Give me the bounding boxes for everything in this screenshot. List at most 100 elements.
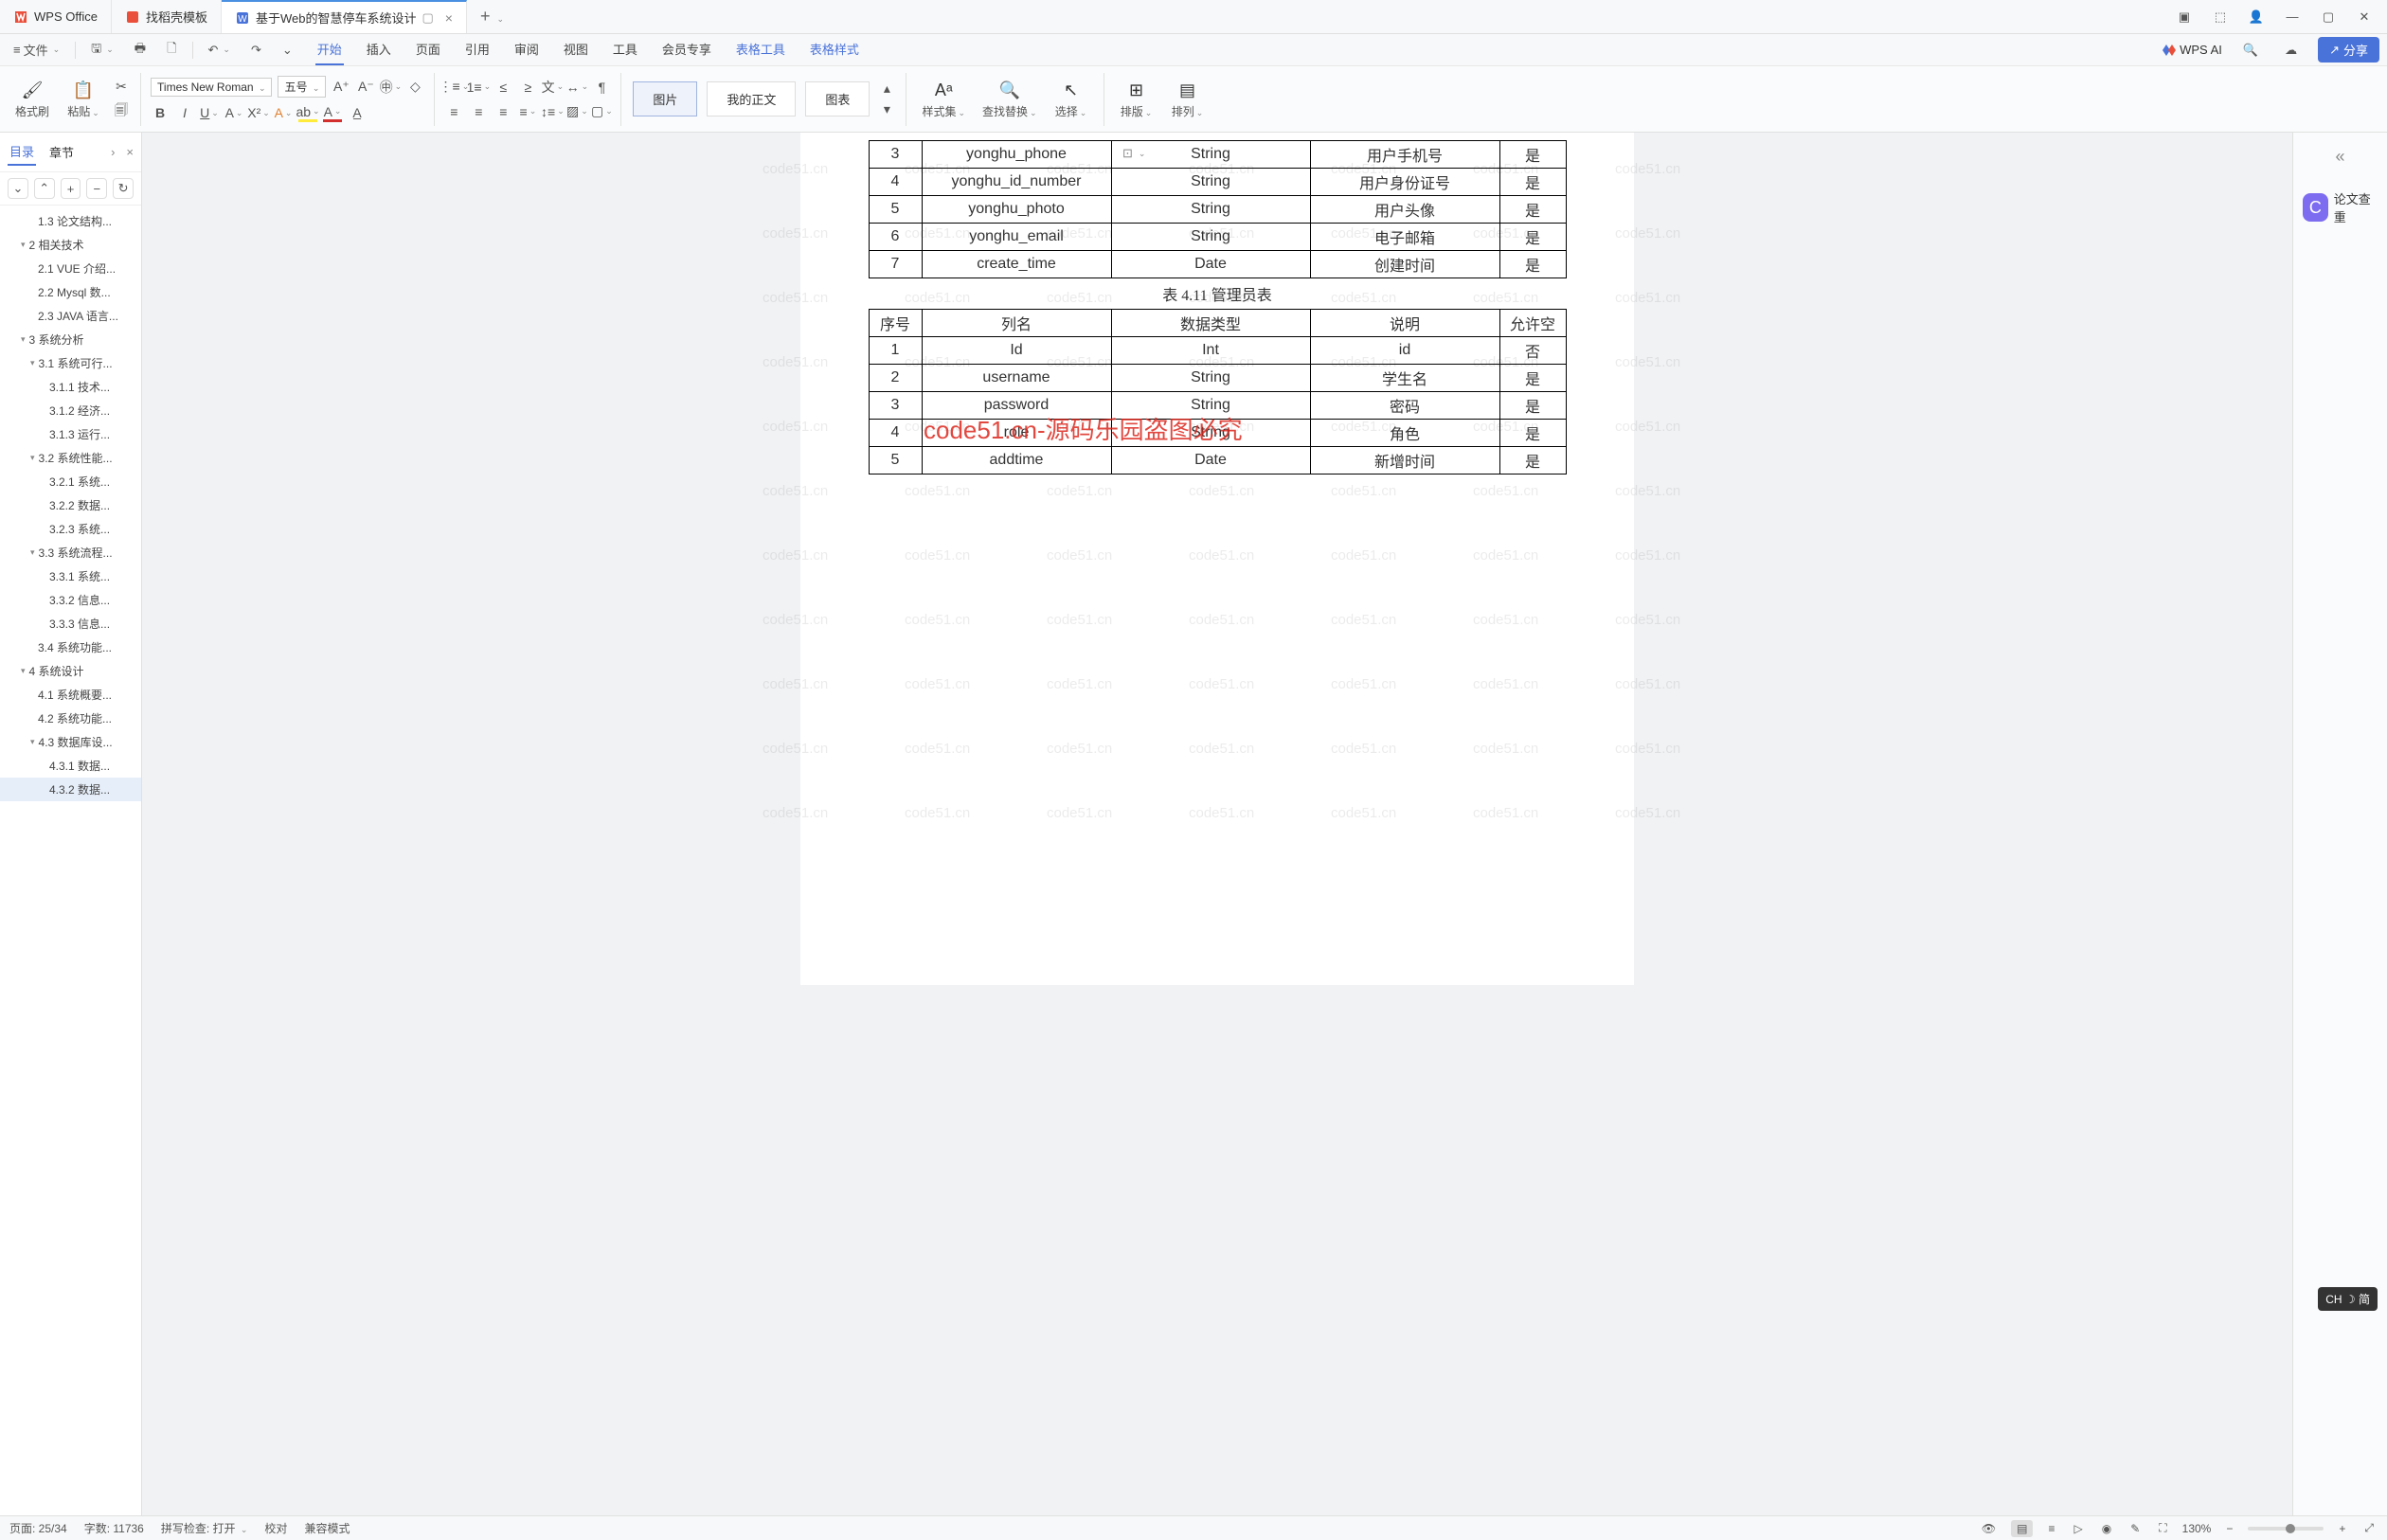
status-spell[interactable]: 拼写检查: 打开 ⌄ (161, 1520, 248, 1536)
clear-format-icon[interactable]: ◇ (405, 78, 424, 97)
outline-tab-toc[interactable]: 目录 (8, 138, 36, 166)
tab-start[interactable]: 开始 (315, 34, 344, 65)
paste-button[interactable]: 📋 粘贴⌄ (61, 75, 106, 123)
style-chart[interactable]: 图表 (805, 81, 870, 116)
outline-item[interactable]: 2.3 JAVA 语言... (0, 304, 141, 328)
collapse-sidebar-icon[interactable]: « (2326, 142, 2355, 170)
bold-icon[interactable]: B (151, 103, 170, 122)
outline-item[interactable]: 2.1 VUE 介绍... (0, 257, 141, 280)
outline-item[interactable]: 3.2.3 系统... (0, 517, 141, 541)
strike-icon[interactable]: A⌄ (224, 103, 243, 122)
outline-tab-chapter[interactable]: 章节 (47, 139, 76, 165)
close-icon[interactable]: × (445, 10, 453, 26)
numbering-icon[interactable]: 1≡⌄ (469, 78, 488, 97)
select-button[interactable]: ↖ 选择⌄ (1049, 75, 1094, 123)
view-web-icon[interactable]: ≡ (2044, 1520, 2058, 1537)
view-print-icon[interactable]: ▤ (2011, 1520, 2033, 1537)
outline-item[interactable]: 3.1.3 运行... (0, 422, 141, 446)
outline-item[interactable]: 3.3.1 系统... (0, 564, 141, 588)
sort-para-icon[interactable]: ¶ (592, 78, 611, 97)
format-brush-button[interactable]: 🖌 格式刷 (9, 75, 55, 123)
style-down-icon[interactable]: ▾ (877, 100, 896, 119)
grow-font-icon[interactable]: A⁺ (332, 78, 350, 97)
outline-item[interactable]: 3.1.2 经济... (0, 399, 141, 422)
outline-item[interactable]: ▾2 相关技术 (0, 233, 141, 257)
status-compat[interactable]: 兼容模式 (304, 1520, 350, 1536)
tab-table-tools[interactable]: 表格工具 (734, 34, 787, 65)
status-page[interactable]: 页面: 25/34 (9, 1520, 67, 1536)
arrange-button[interactable]: ▤ 排列⌄ (1165, 75, 1211, 123)
superscript-icon[interactable]: X²⌄ (249, 103, 268, 122)
paper-check-button[interactable]: C 论文查重 (2293, 184, 2387, 231)
font-select[interactable]: Times New Roman ⌄ (151, 78, 272, 97)
share-button[interactable]: ↗ 分享 (2318, 37, 2379, 63)
tab-tools[interactable]: 工具 (611, 34, 639, 65)
tab-popout-icon[interactable]: ▢ (422, 10, 433, 26)
outline-item[interactable]: 3.2.2 数据... (0, 493, 141, 517)
bullets-icon[interactable]: ⋮≡⌄ (444, 78, 463, 97)
highlight-icon[interactable]: ab⌄ (298, 103, 317, 122)
play-icon[interactable]: ▷ (2070, 1520, 2086, 1537)
close-window-icon[interactable]: ✕ (2355, 8, 2374, 27)
tab-member[interactable]: 会员专享 (660, 34, 713, 65)
apps-icon[interactable]: ▣ (2175, 8, 2194, 27)
outline-item[interactable]: 2.2 Mysql 数... (0, 280, 141, 304)
outline-item[interactable]: 4.2 系统功能... (0, 707, 141, 730)
maximize-icon[interactable]: ▢ (2319, 8, 2338, 27)
outline-item[interactable]: 4.3.2 数据... (0, 778, 141, 801)
more-quick-icon[interactable]: ⌄ (277, 39, 298, 62)
text-direction-icon[interactable]: 文⌄ (543, 78, 562, 97)
shrink-font-icon[interactable]: A⁻ (356, 78, 375, 97)
italic-icon[interactable]: I (175, 103, 194, 122)
justify-icon[interactable]: ≡⌄ (518, 102, 537, 121)
dec-indent-icon[interactable]: ≤ (494, 78, 512, 97)
print-icon[interactable]: 🖶 (129, 36, 152, 64)
outline-item[interactable]: 3.3.2 信息... (0, 588, 141, 612)
tab-template[interactable]: 找稻壳模板 (112, 0, 222, 33)
app-tab[interactable]: WPS Office (0, 0, 112, 33)
menu-button[interactable]: ≡ 文件 ⌄ (8, 37, 65, 63)
align-left-icon[interactable]: ≡ (444, 102, 463, 121)
outline-item[interactable]: ▾4 系统设计 (0, 659, 141, 683)
outline-item[interactable]: 3.3.3 信息... (0, 612, 141, 636)
fit-icon[interactable]: ⛶ (2155, 1519, 2170, 1537)
style-up-icon[interactable]: ▴ (877, 80, 896, 98)
outline-item[interactable]: 3.2.1 系统... (0, 470, 141, 493)
page-control-icon[interactable]: ⊡ ⌄ (1122, 146, 1145, 161)
outline-item[interactable]: 3.4 系统功能... (0, 636, 141, 659)
outline-item[interactable]: ▾3 系统分析 (0, 328, 141, 351)
outline-item[interactable]: ▾3.3 系统流程... (0, 541, 141, 564)
status-proof[interactable]: 校对 (264, 1520, 287, 1536)
underline-icon[interactable]: U⌄ (200, 103, 219, 122)
zoom-slider[interactable] (2248, 1527, 2324, 1531)
text-effects-icon[interactable]: A⌄ (274, 103, 293, 122)
avatar-icon[interactable]: 👤 (2247, 8, 2266, 27)
tab-reference[interactable]: 引用 (463, 34, 492, 65)
layout-button[interactable]: ⊞ 排版⌄ (1114, 75, 1159, 123)
style-body[interactable]: 我的正文 (707, 81, 796, 116)
borders-icon[interactable]: ▢⌄ (592, 102, 611, 121)
tab-review[interactable]: 审阅 (512, 34, 541, 65)
cube-icon[interactable]: ⬚ (2211, 8, 2230, 27)
status-words[interactable]: 字数: 11736 (84, 1520, 144, 1536)
style-picture[interactable]: 图片 (633, 81, 697, 116)
char-scale-icon[interactable]: ↔⌄ (567, 78, 586, 97)
zoom-out-icon[interactable]: − (2222, 1520, 2236, 1537)
inc-indent-icon[interactable]: ≥ (518, 78, 537, 97)
cut-icon[interactable]: ✂ (112, 78, 131, 97)
edit-mode-icon[interactable]: ✎ (2127, 1520, 2144, 1537)
search-icon[interactable]: 🔍 (2237, 39, 2264, 62)
phonetic-icon[interactable]: ㊥⌄ (381, 78, 400, 97)
view-read-icon[interactable]: 👁 (1978, 1520, 2000, 1537)
outline-item[interactable]: ▾4.3 数据库设... (0, 730, 141, 754)
tab-page[interactable]: 页面 (414, 34, 442, 65)
char-border-icon[interactable]: A̲ (348, 103, 367, 122)
remove-node-icon[interactable]: − (86, 178, 107, 199)
find-replace-button[interactable]: 🔍 查找替换⌄ (977, 75, 1043, 123)
tab-document[interactable]: W 基于Web的智慧停车系统设计 ▢ × (222, 0, 467, 33)
zoom-in-icon[interactable]: + (2335, 1520, 2349, 1537)
line-spacing-icon[interactable]: ↕≡⌄ (543, 102, 562, 121)
add-tab-button[interactable]: + ⌄ (467, 7, 517, 27)
fullscreen-icon[interactable]: ⤢ (2360, 1519, 2378, 1537)
outline-item[interactable]: ▾3.2 系统性能... (0, 446, 141, 470)
